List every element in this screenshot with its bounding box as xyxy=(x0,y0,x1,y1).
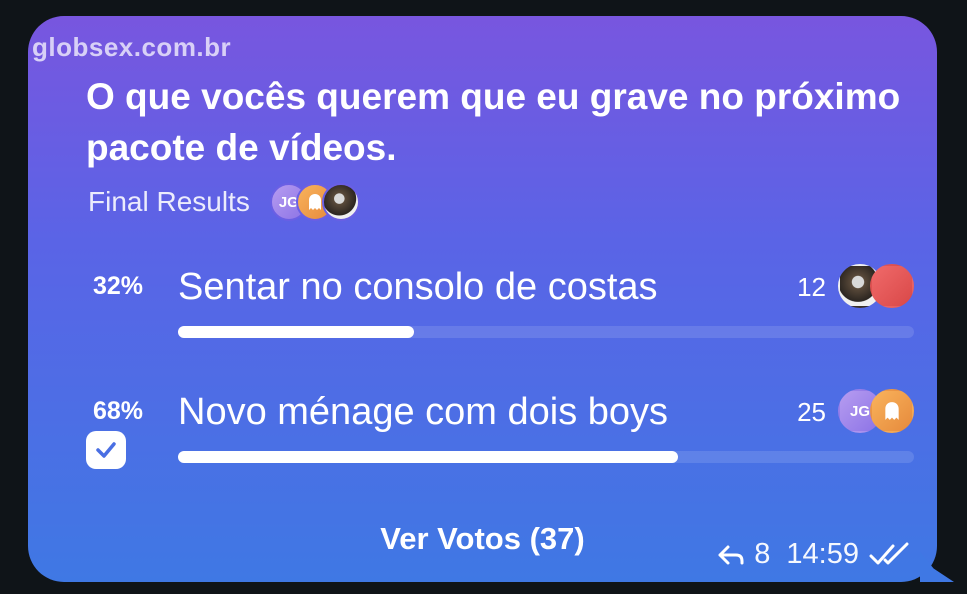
ghost-icon xyxy=(870,389,914,433)
selected-check-icon xyxy=(86,431,126,469)
option-progress-fill xyxy=(178,326,414,338)
ghost-icon-glyph xyxy=(885,402,899,420)
poll-option-2[interactable]: 68% Novo ménage com dois boys 25 JG xyxy=(88,389,918,479)
option-voter-avatars[interactable] xyxy=(838,264,914,308)
poll-question: O que vocês querem que eu grave no próxi… xyxy=(86,76,901,168)
checkmark-glyph xyxy=(96,442,116,458)
option-percent: 68% xyxy=(93,397,144,425)
reply-arrow-icon xyxy=(718,545,744,564)
forward-count: 8 xyxy=(754,538,771,570)
poll-status: Final Results xyxy=(88,186,250,217)
option-percent: 32% xyxy=(93,272,144,300)
watermark: globsex.com.br xyxy=(32,32,232,62)
option-progress-track xyxy=(178,451,914,463)
voter-avatars[interactable]: JG xyxy=(269,183,360,221)
red-avatar xyxy=(870,264,914,308)
poll-message-bubble: O que vocês querem que eu grave no próxi… xyxy=(28,16,937,582)
option-vote-count: 12 xyxy=(797,272,826,302)
option-voter-avatars[interactable]: JG xyxy=(838,389,914,433)
option-vote-count: 25 xyxy=(797,397,826,427)
message-time: 14:59 xyxy=(786,538,859,570)
option-text: Novo ménage com dois boys xyxy=(178,391,669,433)
photo-avatar xyxy=(321,183,360,221)
option-progress-track xyxy=(178,326,914,338)
message-meta: 8 14:59 xyxy=(716,538,913,571)
ghost-icon-glyph xyxy=(308,194,321,210)
poll-option-1[interactable]: 32% Sentar no consolo de costas 12 xyxy=(88,264,918,354)
poll-status-row: Final Results JG xyxy=(88,183,360,221)
option-text: Sentar no consolo de costas xyxy=(178,266,658,308)
double-check-icon xyxy=(869,542,909,564)
option-progress-fill xyxy=(178,451,679,463)
